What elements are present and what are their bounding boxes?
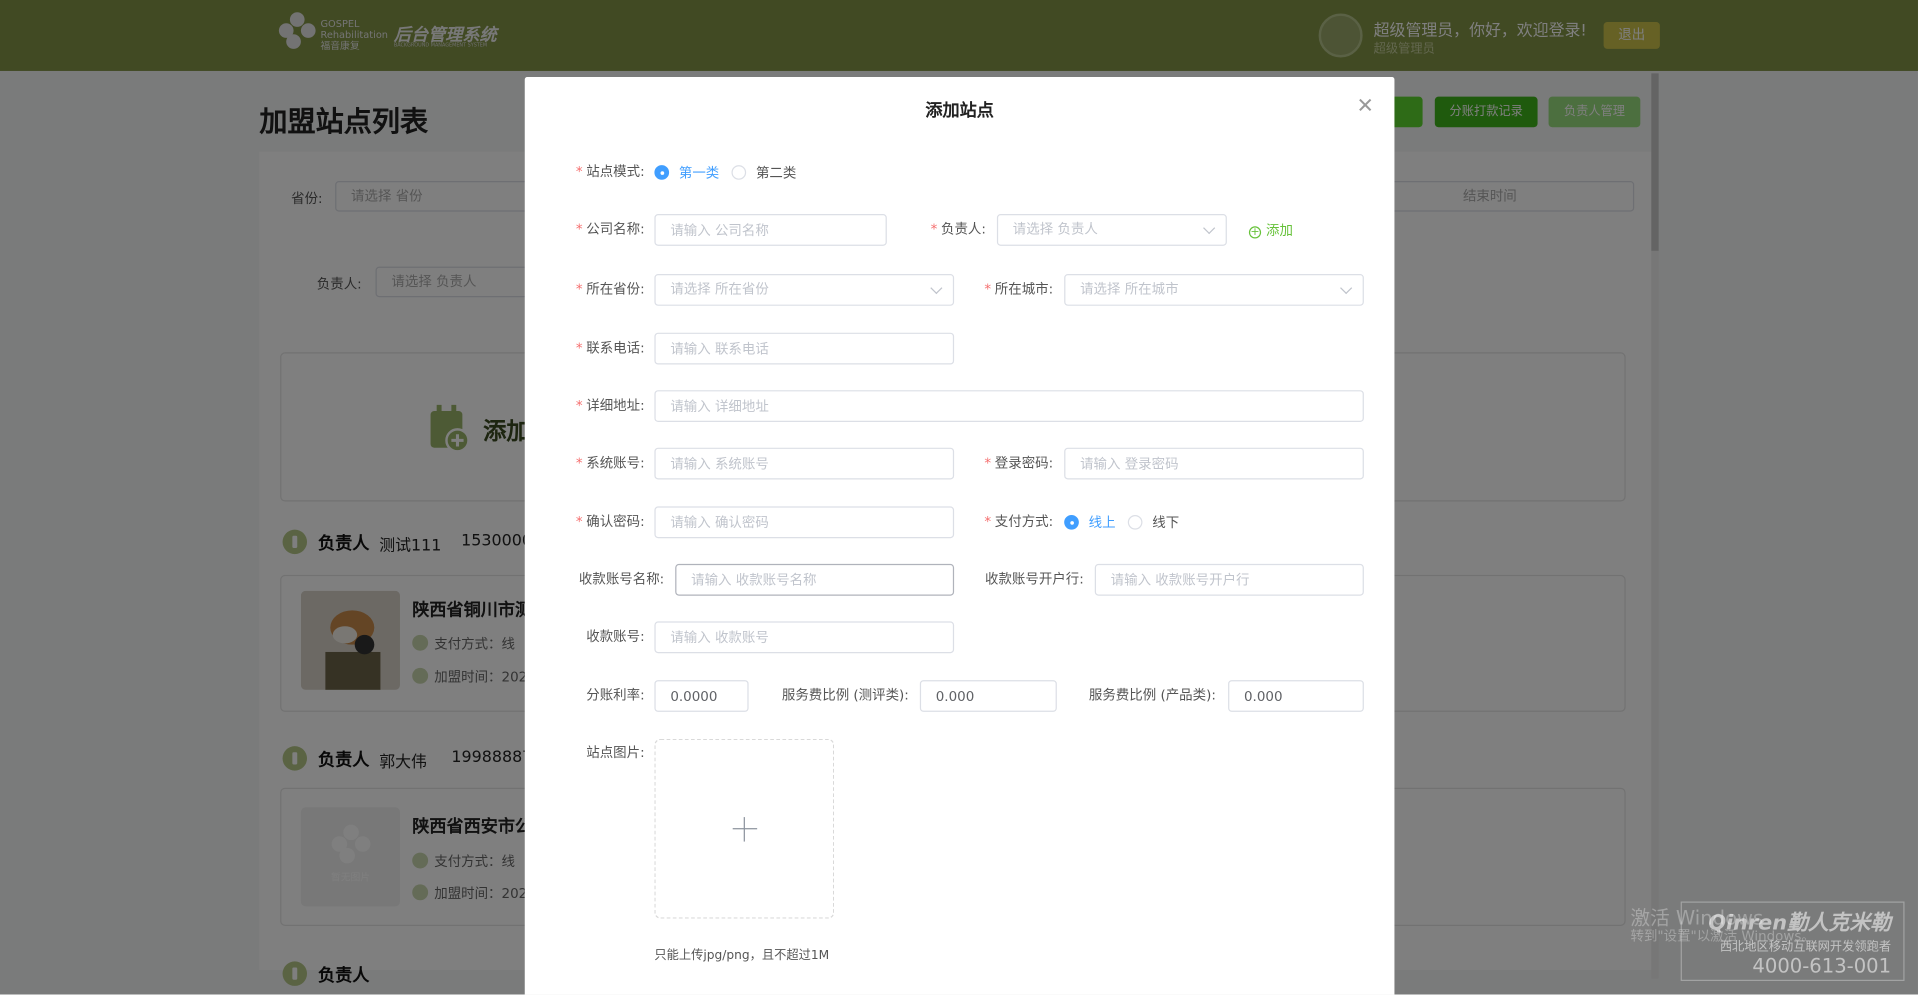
dialog-title: 添加站点 <box>925 101 994 122</box>
radio-checked-icon <box>654 165 670 180</box>
address-label: * 详细地址: <box>575 397 645 414</box>
account-number-input[interactable] <box>654 621 955 654</box>
phone-label: * 联系电话: <box>575 340 645 356</box>
brand-phone: 4000-613-001 <box>1752 954 1892 978</box>
site-mode-label: * 站点模式: <box>575 163 645 180</box>
site-mode-type1-radio[interactable]: 第一类 <box>654 157 719 189</box>
account-bank-input[interactable] <box>1094 563 1364 596</box>
address-input[interactable] <box>654 390 1364 423</box>
province-select[interactable]: 请选择 所在省份 <box>654 273 955 306</box>
company-name-input[interactable] <box>654 214 887 246</box>
payment-label: * 支付方式: <box>984 513 1054 530</box>
fee-product-label: 服务费比例 (产品类): <box>1088 687 1216 704</box>
image-upload[interactable] <box>654 738 835 919</box>
payment-offline-radio[interactable]: 线下 <box>1127 506 1179 538</box>
brand-name: Qinren勤人克米勒 <box>1708 911 1892 936</box>
fee-eval-input[interactable] <box>919 680 1057 712</box>
payment-radio-group: 线上 线下 <box>1064 506 1191 538</box>
account-name-input[interactable] <box>675 563 955 596</box>
site-mode-type2-radio[interactable]: 第二类 <box>731 157 796 189</box>
payment-online-radio[interactable]: 线上 <box>1064 506 1116 538</box>
city-label: * 所在城市: <box>984 281 1054 298</box>
account-label: * 系统账号: <box>575 455 645 471</box>
add-owner-link[interactable]: + 添加 <box>1248 215 1293 247</box>
fee-product-input[interactable] <box>1228 680 1364 712</box>
account-number-label: 收款账号: <box>586 628 645 645</box>
chevron-down-icon <box>1340 282 1353 295</box>
password-label: * 登录密码: <box>984 455 1054 471</box>
confirm-password-label: * 确认密码: <box>575 513 645 530</box>
upload-hint: 只能上传jpg/png，且不超过1M <box>654 949 830 963</box>
fee-eval-label: 服务费比例 (测评类): <box>781 687 909 704</box>
owner-select[interactable]: 请选择 负责人 <box>996 214 1227 246</box>
brand-watermark: Qinren勤人克米勒 西北地区移动互联网开发领跑者 4000-613-001 <box>1680 901 1905 982</box>
radio-unchecked-icon <box>731 165 747 180</box>
city-select[interactable]: 请选择 所在城市 <box>1064 273 1364 306</box>
confirm-password-input[interactable] <box>654 506 955 539</box>
phone-input[interactable] <box>654 332 955 365</box>
radio-checked-icon <box>1064 514 1079 530</box>
close-icon[interactable]: ✕ <box>1357 94 1374 118</box>
site-image-label: 站点图片: <box>586 744 645 761</box>
split-rate-label: 分账利率: <box>586 687 645 704</box>
chevron-down-icon <box>1203 222 1216 235</box>
add-site-dialog: 添加站点 ✕ *站点模式: 第一类 第二类 *公司名称: *负责人: 请选择 负… <box>524 77 1395 995</box>
account-bank-label: 收款账号开户行: <box>985 571 1084 588</box>
account-input[interactable] <box>654 447 955 480</box>
plus-icon <box>732 817 758 842</box>
password-input[interactable] <box>1064 447 1364 480</box>
site-mode-radio-group: 第一类 第二类 <box>654 157 808 189</box>
chevron-down-icon <box>930 282 943 295</box>
plus-circle-icon: + <box>1248 226 1262 239</box>
company-label: * 公司名称: <box>575 221 645 238</box>
account-name-label: 收款账号名称: <box>578 571 665 588</box>
split-rate-input[interactable] <box>654 680 749 712</box>
owner-label: * 负责人: <box>930 221 986 238</box>
brand-slogan: 西北地区移动互联网开发领跑者 <box>1719 940 1892 955</box>
radio-unchecked-icon <box>1127 514 1143 530</box>
province-label: * 所在省份: <box>575 281 645 298</box>
